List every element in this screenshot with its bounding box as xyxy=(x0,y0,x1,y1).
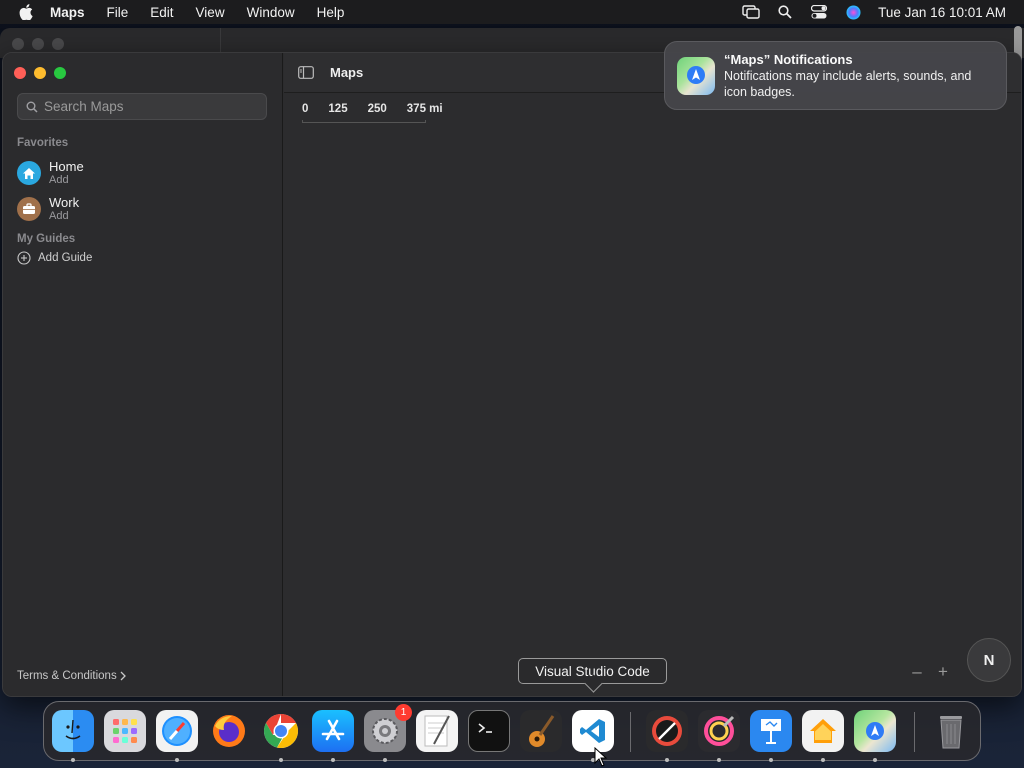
siri-icon[interactable] xyxy=(836,5,870,20)
maps-icon[interactable] xyxy=(854,710,896,752)
dock-tooltip: Visual Studio Code xyxy=(518,658,667,684)
dock-separator-trash xyxy=(914,712,915,752)
trash-icon[interactable] xyxy=(930,710,972,752)
compass-app-icon[interactable] xyxy=(646,710,688,752)
compass-label: N xyxy=(983,651,995,669)
app-store-icon[interactable] xyxy=(312,710,354,752)
launchpad-icon[interactable] xyxy=(104,710,146,752)
app-store-running-dot xyxy=(331,758,335,762)
scale-label-0: 0 xyxy=(302,103,309,115)
sidebar: Favorites Home Add Work Add My Guides Ad… xyxy=(3,53,283,696)
chrome-icon[interactable] xyxy=(260,710,302,752)
guitar-icon[interactable] xyxy=(520,710,562,752)
add-guide-button[interactable]: Add Guide xyxy=(17,251,92,265)
mouse-cursor-icon xyxy=(594,747,608,767)
finder-icon[interactable] xyxy=(52,710,94,752)
favorites-title: Favorites xyxy=(17,137,69,149)
keynote-icon[interactable] xyxy=(750,710,792,752)
screen-mirroring-icon[interactable] xyxy=(734,5,768,19)
home-app-running-dot xyxy=(821,758,825,762)
menu-view[interactable]: View xyxy=(196,5,225,20)
settings-running-dot xyxy=(383,758,387,762)
control-center-icon[interactable] xyxy=(802,5,836,19)
favorite-home[interactable]: Home Add xyxy=(17,159,84,187)
zoom-out-button[interactable]: – xyxy=(909,662,925,682)
search-input[interactable] xyxy=(44,99,254,114)
close-window-button[interactable] xyxy=(14,67,26,79)
favorite-home-sub: Add xyxy=(49,174,69,186)
menu-file[interactable]: File xyxy=(107,5,129,20)
plus-circle-icon xyxy=(17,251,31,265)
search-icon xyxy=(26,101,38,113)
maps-running-dot xyxy=(873,758,877,762)
minimize-window-button[interactable] xyxy=(34,67,46,79)
compass-app-running-dot xyxy=(665,758,669,762)
menu-bar-clock[interactable]: Tue Jan 16 10:01 AM xyxy=(878,5,1006,20)
chrome-running-dot xyxy=(279,758,283,762)
notification-banner[interactable]: “Maps” Notifications Notifications may i… xyxy=(664,41,1007,110)
apple-menu-icon[interactable] xyxy=(12,4,40,20)
window-controls xyxy=(14,67,66,79)
scale-label-2: 250 xyxy=(367,103,387,115)
colorsync-icon[interactable] xyxy=(698,710,740,752)
sidebar-toggle-icon[interactable] xyxy=(298,66,314,79)
safari-icon[interactable] xyxy=(156,710,198,752)
menu-app-maps[interactable]: Maps xyxy=(50,5,85,20)
notification-title: “Maps” Notifications xyxy=(724,52,853,67)
keynote-running-dot xyxy=(769,758,773,762)
scale-label-3: 375 mi xyxy=(406,103,443,115)
house-icon xyxy=(17,161,41,185)
textedit-icon[interactable] xyxy=(416,710,458,752)
menu-bar: Maps File Edit View Window Help Tue Jan … xyxy=(0,0,1024,24)
chevron-right-icon xyxy=(120,671,126,681)
colorsync-running-dot xyxy=(717,758,721,762)
menu-window[interactable]: Window xyxy=(247,5,295,20)
dock: 1 xyxy=(43,701,981,762)
zoom-in-button[interactable]: + xyxy=(935,662,951,682)
background-window-controls xyxy=(12,38,64,50)
safari-running-dot xyxy=(175,758,179,762)
firefox-icon[interactable] xyxy=(208,710,250,752)
my-guides-title: My Guides xyxy=(17,233,76,245)
search-field[interactable] xyxy=(17,93,267,120)
compass-button[interactable]: N xyxy=(967,638,1011,682)
settings-badge: 1 xyxy=(395,704,412,721)
finder-running-dot xyxy=(71,758,75,762)
map-scale: 0 125 250 375 mi xyxy=(302,103,463,123)
add-guide-label: Add Guide xyxy=(38,252,93,264)
terms-label: Terms & Conditions xyxy=(17,670,117,682)
briefcase-icon xyxy=(17,197,41,221)
scale-bar xyxy=(302,120,426,123)
favorite-work-sub: Add xyxy=(49,210,69,222)
spotlight-search-icon[interactable] xyxy=(768,5,802,19)
terms-link[interactable]: Terms & Conditions xyxy=(17,670,126,682)
zoom-window-button[interactable] xyxy=(54,67,66,79)
menu-help[interactable]: Help xyxy=(317,5,345,20)
favorite-work-label: Work xyxy=(49,195,80,210)
vscode-icon[interactable] xyxy=(572,710,614,752)
scale-label-1: 125 xyxy=(328,103,348,115)
notification-text: Notifications may include alerts, sounds… xyxy=(724,69,972,99)
settings-icon[interactable]: 1 xyxy=(364,704,412,752)
favorite-home-label: Home xyxy=(49,159,84,174)
menu-edit[interactable]: Edit xyxy=(150,5,173,20)
dock-separator xyxy=(630,712,631,752)
maps-app-icon xyxy=(677,57,715,95)
home-app-icon[interactable] xyxy=(802,710,844,752)
favorite-work[interactable]: Work Add xyxy=(17,195,79,223)
window-title: Maps xyxy=(330,65,364,80)
map-view[interactable]: Maps 0 125 250 375 mi – + N xyxy=(284,53,1021,696)
maps-window: Favorites Home Add Work Add My Guides Ad… xyxy=(2,52,1022,697)
zoom-controls: – + xyxy=(909,662,951,682)
terminal-icon[interactable] xyxy=(468,710,510,752)
